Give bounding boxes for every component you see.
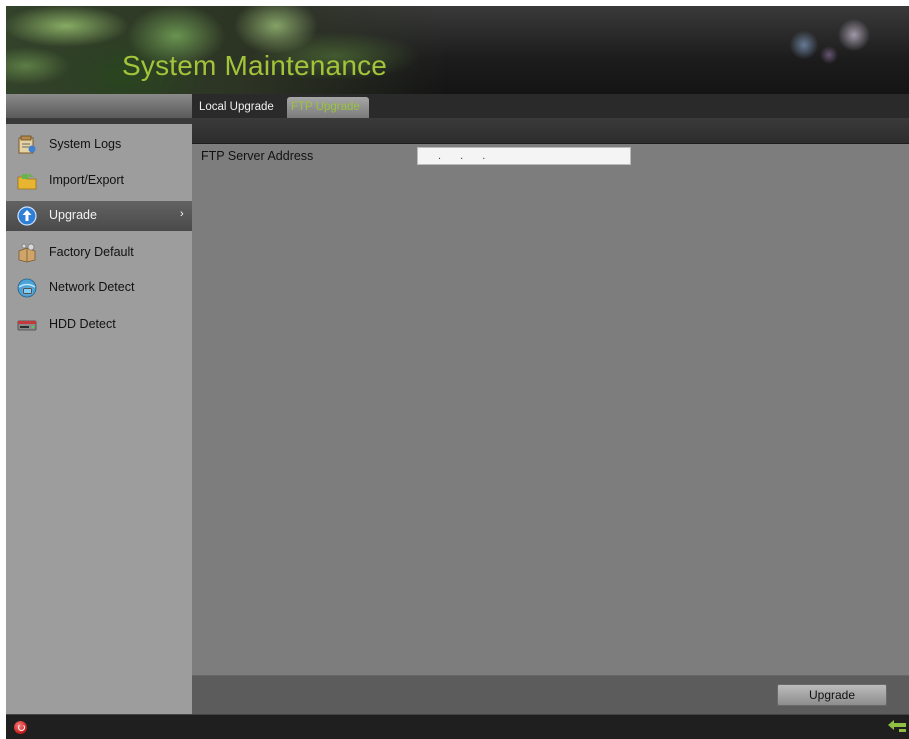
power-icon[interactable] xyxy=(14,721,27,734)
upgrade-button[interactable]: Upgrade xyxy=(777,684,887,706)
status-bar xyxy=(6,714,909,739)
header-banner: System Maintenance xyxy=(6,6,909,94)
sidebar-item-label: System Logs xyxy=(49,137,122,151)
sidebar: System Logs Import/Export Upgrade › Fact… xyxy=(6,118,192,714)
tab-local-upgrade[interactable]: Local Upgrade xyxy=(195,97,287,118)
chevron-right-icon: › xyxy=(180,208,184,220)
factory-default-icon xyxy=(18,243,36,263)
folder-icon xyxy=(17,173,37,190)
sidebar-item-label: Factory Default xyxy=(49,245,134,259)
tab-ftp-upgrade[interactable]: FTP Upgrade xyxy=(287,97,369,118)
content-header-bar xyxy=(192,118,909,144)
content-footer-bar: Upgrade xyxy=(192,675,909,715)
upgrade-icon xyxy=(17,206,37,226)
log-file-icon xyxy=(18,135,36,154)
sidebar-item-import-export[interactable]: Import/Export xyxy=(6,166,192,196)
main-content: FTP Server Address . . . Upgrade xyxy=(192,118,909,715)
banner-bokeh-image xyxy=(779,10,889,70)
sidebar-divider xyxy=(6,118,192,124)
system-maintenance-window: System Maintenance Local Upgrade FTP Upg… xyxy=(0,0,909,739)
ftp-server-address-input[interactable]: . . . xyxy=(417,147,631,165)
sidebar-item-upgrade[interactable]: Upgrade › xyxy=(6,201,192,231)
back-arrow-icon[interactable] xyxy=(887,718,907,736)
sidebar-item-network-detect[interactable]: Network Detect xyxy=(6,273,192,303)
sidebar-item-label: HDD Detect xyxy=(49,317,116,331)
page-title: System Maintenance xyxy=(122,50,388,81)
sidebar-item-label: Network Detect xyxy=(49,280,135,294)
network-detect-icon xyxy=(17,278,37,298)
sidebar-item-hdd-detect[interactable]: HDD Detect xyxy=(6,310,192,340)
sidebar-item-factory-default[interactable]: Factory Default xyxy=(6,238,192,268)
sidebar-item-system-logs[interactable]: System Logs xyxy=(6,130,192,160)
sidebar-header-strip xyxy=(6,94,192,118)
sidebar-item-label: Import/Export xyxy=(49,173,125,187)
sidebar-item-label: Upgrade xyxy=(49,208,97,222)
ftp-server-address-label: FTP Server Address xyxy=(201,149,314,163)
hdd-icon xyxy=(17,320,37,331)
